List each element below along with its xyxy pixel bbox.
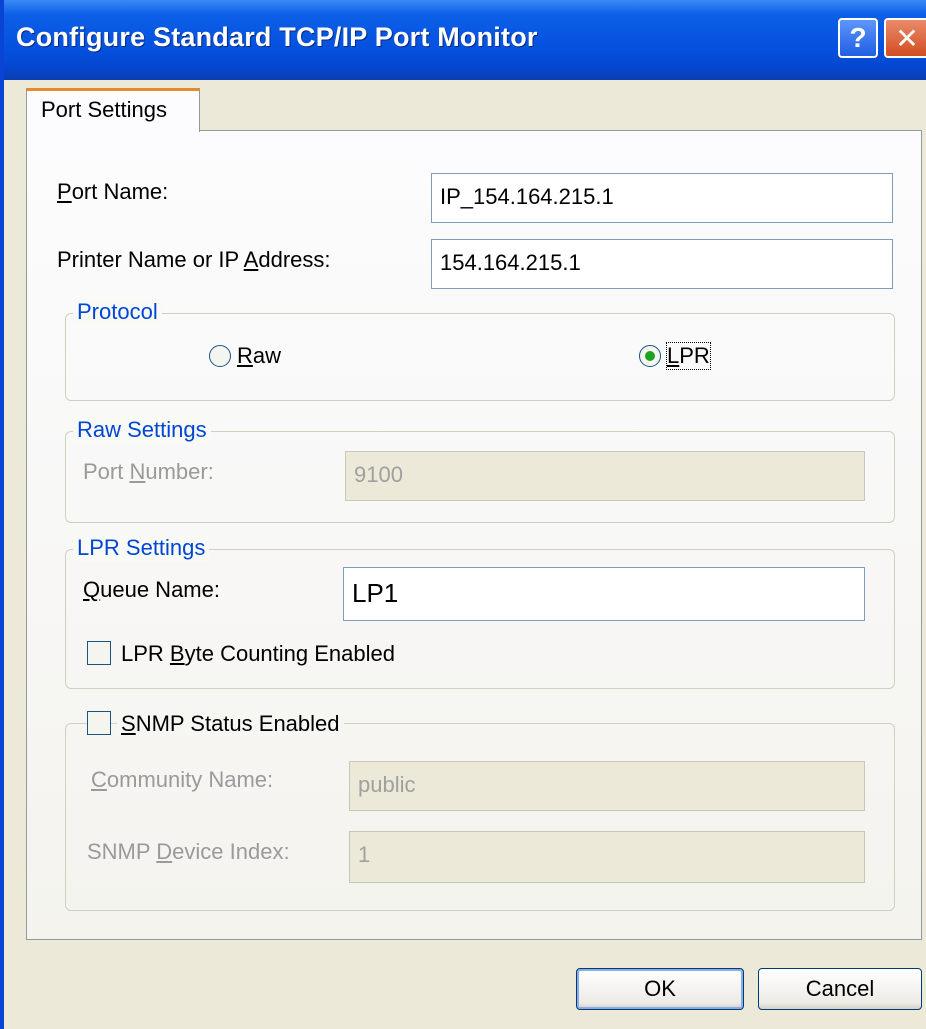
- close-icon: ✕: [895, 22, 919, 54]
- close-button[interactable]: ✕: [884, 18, 926, 58]
- community-name-label: Community Name:: [91, 767, 274, 792]
- lpr-radio[interactable]: [639, 345, 661, 367]
- community-name-input[interactable]: public: [349, 761, 865, 811]
- cancel-button[interactable]: Cancel: [758, 968, 922, 1010]
- port-number-input[interactable]: 9100: [345, 451, 865, 501]
- raw-radio-label[interactable]: Raw: [237, 343, 281, 369]
- raw-settings-title: Raw Settings: [73, 417, 211, 443]
- printer-address-label: Printer Name or IP Address:: [57, 247, 331, 272]
- lpr-radio-label[interactable]: LPR: [666, 342, 711, 370]
- window-title: Configure Standard TCP/IP Port Monitor: [16, 22, 538, 52]
- protocol-group: [65, 313, 895, 401]
- lpr-byte-counting-checkbox[interactable]: [87, 641, 111, 665]
- lpr-settings-title: LPR Settings: [73, 535, 210, 561]
- port-name-label: Port Name:: [57, 179, 169, 204]
- port-number-label: Port Number:: [83, 459, 214, 484]
- snmp-device-index-label: SNMP Device Index:: [87, 839, 290, 864]
- printer-address-input[interactable]: 154.164.215.1: [431, 239, 893, 289]
- dialog-window: Configure Standard TCP/IP Port Monitor ?…: [0, 0, 926, 1029]
- queue-name-label: Queue Name:: [83, 577, 220, 602]
- title-bar[interactable]: Configure Standard TCP/IP Port Monitor ?…: [4, 0, 926, 80]
- snmp-status-label[interactable]: SNMP Status Enabled: [117, 711, 344, 737]
- snmp-device-index-input[interactable]: 1: [349, 831, 865, 883]
- help-button[interactable]: ?: [838, 18, 878, 58]
- raw-radio[interactable]: [209, 345, 231, 367]
- lpr-byte-counting-label[interactable]: LPR Byte Counting Enabled: [121, 641, 395, 667]
- queue-name-input[interactable]: LP1: [343, 567, 865, 621]
- tab-panel-port-settings: Port Name: IP_154.164.215.1 Printer Name…: [26, 130, 922, 940]
- snmp-status-checkbox[interactable]: [87, 711, 111, 735]
- ok-button[interactable]: OK: [576, 968, 744, 1010]
- port-name-input[interactable]: IP_154.164.215.1: [431, 173, 893, 223]
- tab-port-settings[interactable]: Port Settings: [26, 88, 200, 132]
- help-icon: ?: [849, 22, 867, 53]
- protocol-group-title: Protocol: [73, 299, 162, 325]
